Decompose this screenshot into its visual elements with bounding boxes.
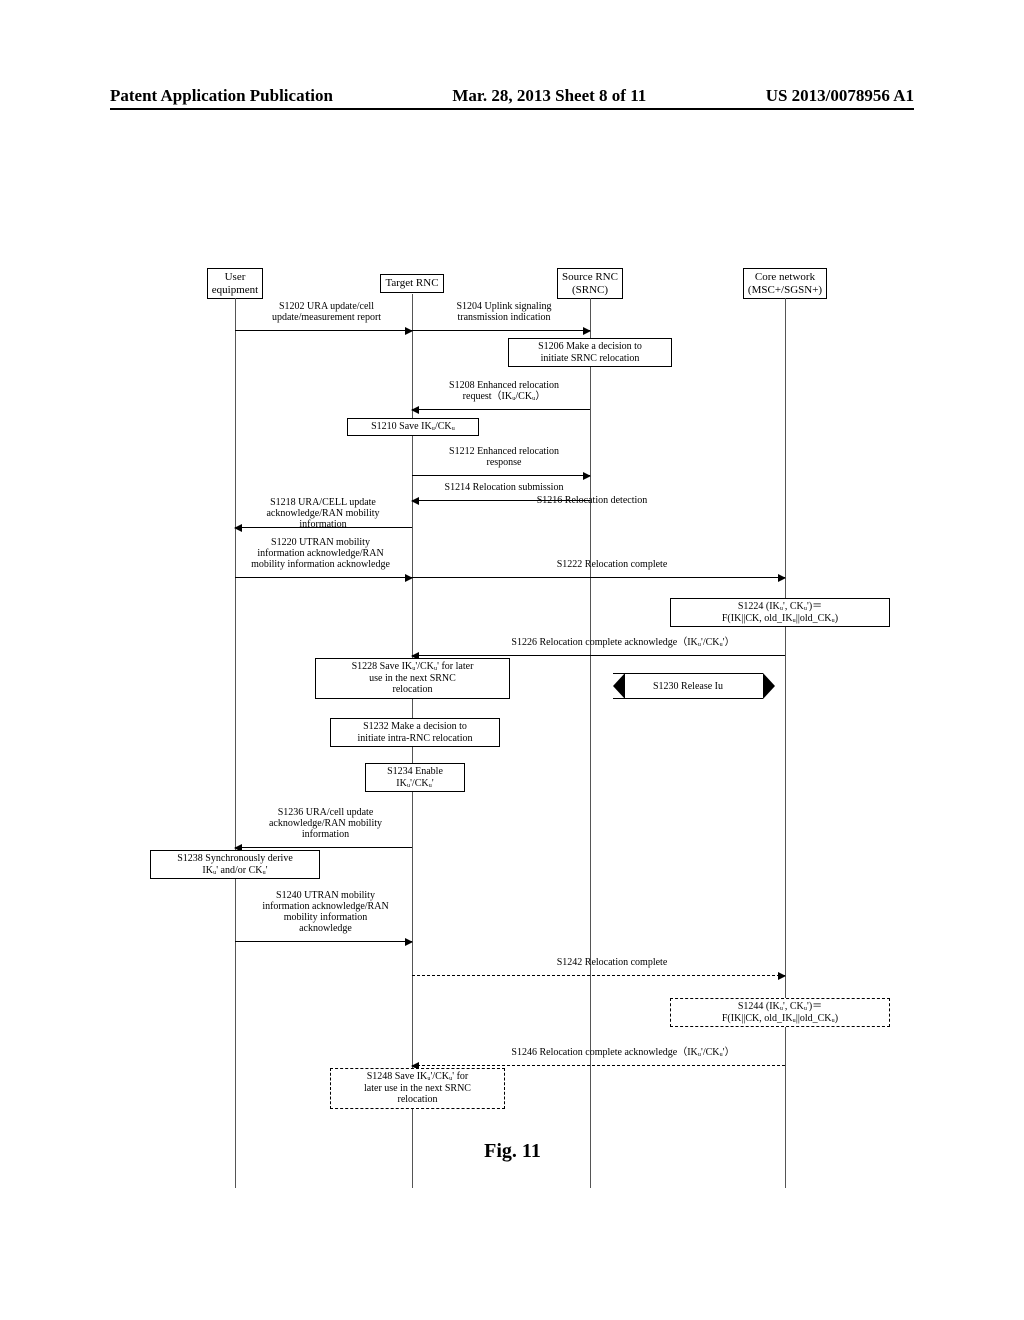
note-s1238: S1238 Synchronously deriveIKᵤ' and/or CK… bbox=[150, 850, 320, 879]
msg-s1226: S1226 Relocation complete acknowledge（IK… bbox=[460, 637, 786, 648]
actor-core-network: Core network(MSC+/SGSN+) bbox=[743, 268, 827, 299]
msg-s1242: S1242 Relocation complete bbox=[520, 957, 704, 968]
actor-ue: Userequipment bbox=[207, 268, 263, 299]
release-iu: S1230 Release Iu bbox=[613, 673, 763, 699]
note-s1232: S1232 Make a decision toinitiate intra-R… bbox=[330, 718, 500, 747]
msg-s1212: S1212 Enhanced relocationresponse bbox=[412, 446, 596, 468]
msg-s1240: S1240 UTRAN mobilityinformation acknowle… bbox=[220, 890, 431, 934]
actor-target-rnc: Target RNC bbox=[380, 274, 443, 293]
msg-s1246: S1246 Relocation complete acknowledge（IK… bbox=[460, 1047, 786, 1058]
note-s1206: S1206 Make a decision toinitiate SRNC re… bbox=[508, 338, 672, 367]
msg-s1216: S1216 Relocation detection bbox=[500, 495, 684, 506]
actor-source-rnc: Source RNC(SRNC) bbox=[557, 268, 623, 299]
msg-s1222: S1222 Relocation complete bbox=[520, 559, 704, 570]
note-s1234: S1234 EnableIKᵤ'/CKᵤ' bbox=[365, 763, 465, 792]
note-s1228: S1228 Save IKᵤ'/CKᵤ' for lateruse in the… bbox=[315, 658, 510, 699]
msg-s1204: S1204 Uplink signalingtransmission indic… bbox=[412, 301, 596, 323]
header-center: Mar. 28, 2013 Sheet 8 of 11 bbox=[452, 86, 646, 106]
note-s1224: S1224 (IKᵤ', CKᵤ')＝F(IK||CK, old_IKᵤ||ol… bbox=[670, 598, 890, 627]
sequence-diagram: Userequipment Target RNC Source RNC(SRNC… bbox=[220, 268, 840, 1188]
msg-s1202: S1202 URA update/cellupdate/measurement … bbox=[235, 301, 418, 323]
note-s1248: S1248 Save IKᵤ'/CKᵤ' forlater use in the… bbox=[330, 1068, 505, 1109]
msg-s1218: S1218 URA/CELL updateacknowledge/RAN mob… bbox=[220, 497, 426, 530]
msg-s1220: S1220 UTRAN mobilityinformation acknowle… bbox=[210, 537, 431, 570]
msg-s1208: S1208 Enhanced relocationrequest（IKᵤ/CKᵤ… bbox=[412, 380, 596, 402]
note-s1210: S1210 Save IKᵤ/CKᵤ bbox=[347, 418, 479, 436]
msg-s1214: S1214 Relocation submission bbox=[412, 482, 596, 493]
header-left: Patent Application Publication bbox=[110, 86, 333, 106]
figure-label: Fig. 11 bbox=[455, 1140, 570, 1163]
note-s1244: S1244 (IKᵤ', CKᵤ')＝F(IK||CK, old_IKᵤ||ol… bbox=[670, 998, 890, 1027]
header-right: US 2013/0078956 A1 bbox=[766, 86, 914, 106]
msg-s1236: S1236 URA/cell updateacknowledge/RAN mob… bbox=[230, 807, 421, 840]
